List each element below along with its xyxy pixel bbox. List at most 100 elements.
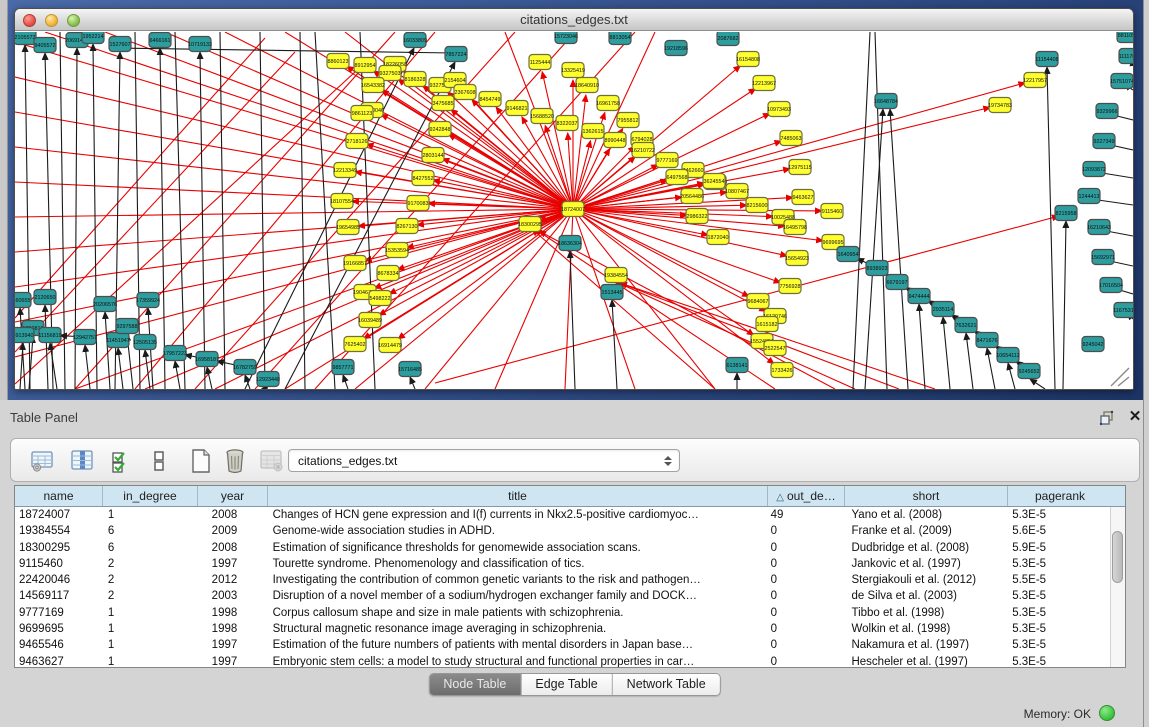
table-cell[interactable]: Hescheler et al. (1997) — [843, 654, 1006, 667]
table-cell[interactable]: 5.5E-5 — [1006, 572, 1110, 588]
table-scrollbar[interactable] — [1110, 507, 1125, 667]
graph-edge-black[interactable] — [1030, 379, 1045, 389]
table-cell[interactable]: 5.3E-5 — [1006, 637, 1110, 653]
table-row[interactable]: 1872400712008Changes of HCN gene express… — [15, 507, 1110, 523]
graph-edge-red[interactable] — [398, 209, 573, 339]
table-cell[interactable]: Estimation of significance thresholds fo… — [268, 540, 767, 556]
table-row[interactable]: 1938455462009Genome-wide association stu… — [15, 523, 1110, 539]
table-cell[interactable]: 1 — [103, 605, 198, 621]
table-cell[interactable]: 0 — [767, 605, 844, 621]
column-header-out-de-[interactable]: △out_de… — [768, 486, 845, 506]
network-graph[interactable]: 1872400788601238912954182260589327503165… — [15, 32, 1133, 390]
table-cell[interactable]: 5.6E-5 — [1006, 523, 1110, 539]
table-cell[interactable]: 1997 — [198, 637, 268, 653]
graph-edge-red[interactable] — [573, 209, 781, 283]
graph-edge-black[interactable] — [612, 300, 617, 389]
graph-edge-black[interactable] — [1047, 67, 1055, 389]
graph-edge-red[interactable] — [573, 209, 715, 389]
table-cell[interactable]: 18300295 — [15, 540, 103, 556]
table-cell[interactable]: 0 — [767, 523, 844, 539]
table-cell[interactable]: Structural magnetic resonance image aver… — [268, 621, 767, 637]
row-options-icon[interactable] — [145, 447, 173, 475]
graph-edge-black[interactable] — [160, 48, 165, 389]
table-cell[interactable]: Changes of HCN gene expression and I(f) … — [268, 507, 767, 523]
table-cell[interactable]: 2003 — [198, 588, 268, 604]
graph-edge-black[interactable] — [145, 350, 150, 389]
column-header-title[interactable]: title — [268, 486, 768, 506]
table-cell[interactable]: 2009 — [198, 523, 268, 539]
table-row[interactable]: 946362711997Embryonic stem cells: a mode… — [15, 654, 1110, 667]
show-columns-icon[interactable] — [69, 447, 97, 475]
column-header-year[interactable]: year — [198, 486, 268, 506]
table-cell[interactable]: Estimation of the future numbers of pati… — [268, 637, 767, 653]
table-cell[interactable]: 14569117 — [15, 588, 103, 604]
table-cell[interactable]: 2008 — [198, 507, 268, 523]
graph-edge-red[interactable] — [573, 209, 749, 297]
network-window-titlebar[interactable]: citations_edges.txt — [15, 9, 1133, 31]
table-cell[interactable]: Wolkin et al. (1998) — [843, 621, 1006, 637]
table-row[interactable]: 1456911722003Disruption of a novel membe… — [15, 588, 1110, 604]
table-cell[interactable]: 0 — [767, 654, 844, 667]
table-cell[interactable]: 1998 — [198, 621, 268, 637]
graph-edge-black[interactable] — [966, 333, 973, 389]
table-cell[interactable]: 1998 — [198, 605, 268, 621]
table-cell[interactable]: 5.3E-5 — [1006, 654, 1110, 667]
table-cell[interactable]: 6 — [103, 540, 198, 556]
delete-table-icon[interactable] — [258, 447, 286, 475]
network-view-canvas[interactable]: 1872400788601238912954182260589327503165… — [15, 32, 1133, 390]
table-row[interactable]: 2242004622012Investigating the contribut… — [15, 572, 1110, 588]
table-cell[interactable]: 5.9E-5 — [1006, 540, 1110, 556]
table-cell[interactable]: Nakamura et al. (1997) — [843, 637, 1006, 653]
table-cell[interactable]: 1 — [103, 621, 198, 637]
table-cell[interactable]: 2 — [103, 556, 198, 572]
graph-edge-black[interactable] — [919, 304, 925, 389]
close-icon[interactable]: ✕ — [1126, 407, 1144, 427]
table-cell[interactable]: 1997 — [198, 654, 268, 667]
table-cell[interactable]: 6 — [103, 523, 198, 539]
tab-network-table[interactable]: Network Table — [613, 674, 720, 695]
tab-edge-table[interactable]: Edge Table — [521, 674, 612, 695]
graph-edge-black[interactable] — [200, 52, 205, 389]
table-row[interactable]: 1830029562008Estimation of significance … — [15, 540, 1110, 556]
table-cell[interactable]: 1 — [103, 654, 198, 667]
network-window[interactable]: citations_edges.txt 18724007886012389129… — [14, 8, 1134, 390]
table-cell[interactable]: 0 — [767, 588, 844, 604]
graph-edge-black[interactable] — [315, 32, 335, 389]
table-cell[interactable]: Disruption of a novel member of a sodium… — [268, 588, 767, 604]
graph-edge-black[interactable] — [865, 109, 883, 389]
table-cell[interactable]: 2 — [103, 572, 198, 588]
float-window-icon[interactable] — [1098, 409, 1116, 427]
table-cell[interactable]: Investigating the contribution of common… — [268, 572, 767, 588]
table-cell[interactable]: 22420046 — [15, 572, 103, 588]
graph-edge-black[interactable] — [890, 109, 908, 389]
table-row[interactable]: 946554611997Estimation of the future num… — [15, 637, 1110, 653]
table-cell[interactable]: Stergiakouli et al. (2012) — [843, 572, 1006, 588]
new-column-icon[interactable] — [187, 447, 215, 475]
table-cell[interactable]: 0 — [767, 637, 844, 653]
graph-edge-black[interactable] — [410, 377, 415, 389]
graph-edge-black[interactable] — [987, 348, 995, 389]
table-selector-dropdown[interactable]: citations_edges.txt — [288, 449, 680, 472]
graph-edge-black[interactable] — [943, 317, 950, 389]
graph-edge-red[interactable] — [215, 209, 573, 389]
table-cell[interactable]: Genome-wide association studies in ADHD. — [268, 523, 767, 539]
delete-column-icon[interactable] — [221, 447, 249, 475]
table-cell[interactable]: Tourette syndrome. Phenomenology and cla… — [268, 556, 767, 572]
table-cell[interactable]: Tibbo et al. (1998) — [843, 605, 1006, 621]
table-row[interactable]: 911546021997Tourette syndrome. Phenomeno… — [15, 556, 1110, 572]
memory-status-icon[interactable] — [1099, 705, 1115, 721]
table-cell[interactable]: 49 — [767, 507, 844, 523]
graph-edge-black[interactable] — [1063, 221, 1066, 389]
table-cell[interactable]: 0 — [767, 556, 844, 572]
graph-edge-black[interactable] — [85, 345, 90, 389]
window-resize-grip[interactable] — [1111, 368, 1129, 386]
table-cell[interactable]: 18724007 — [15, 507, 103, 523]
table-cell[interactable]: 1997 — [198, 556, 268, 572]
table-cell[interactable]: 5.3E-5 — [1006, 588, 1110, 604]
column-header-in-degree[interactable]: in_degree — [103, 486, 198, 506]
table-cell[interactable]: 5.3E-5 — [1006, 507, 1110, 523]
graph-edge-red[interactable] — [15, 38, 265, 318]
table-cell[interactable]: 5.3E-5 — [1006, 621, 1110, 637]
table-cell[interactable]: Embryonic stem cells: a model to study s… — [268, 654, 767, 667]
table-row[interactable]: 977716911998Corpus callosum shape and si… — [15, 605, 1110, 621]
